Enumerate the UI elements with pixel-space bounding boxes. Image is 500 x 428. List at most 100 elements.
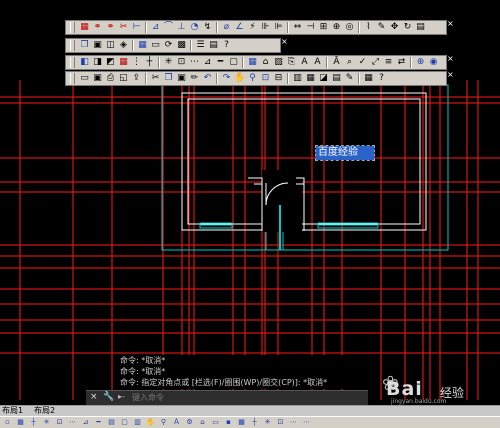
toolbar-grip[interactable] — [70, 73, 75, 84]
toolbar-grip[interactable] — [70, 57, 75, 68]
break-icon[interactable]: ⊣ — [305, 22, 316, 33]
settings-icon[interactable]: ▦ — [236, 418, 247, 427]
angular-dim-icon[interactable]: ∠ — [234, 22, 245, 33]
link-icon[interactable]: ⚭ — [92, 22, 103, 33]
paste-icon[interactable]: ▣ — [176, 73, 187, 84]
tab-layout1[interactable]: 布局1 — [2, 406, 23, 416]
close-icon[interactable]: × — [447, 20, 454, 28]
otrack-icon[interactable]: ⋯ — [189, 57, 200, 68]
ordinate-dim-icon[interactable]: ⊥ — [176, 22, 187, 33]
arc-dim-icon[interactable]: ⌒ — [163, 22, 174, 33]
snap-icon[interactable]: ▫ — [2, 418, 13, 427]
mtext-icon[interactable]: A — [312, 57, 323, 68]
jog-line-icon[interactable]: ⌇ — [363, 22, 374, 33]
center-mark-icon[interactable]: ⊕ — [331, 22, 342, 33]
dyn-icon[interactable]: ⊿ — [202, 57, 213, 68]
zoom-prev-icon[interactable]: ⊟ — [273, 73, 284, 84]
polar-icon[interactable]: ✳ — [41, 418, 52, 427]
scale-icon[interactable]: ⤢ — [370, 57, 381, 68]
close-icon[interactable]: × — [90, 392, 100, 402]
image-icon[interactable]: ▧ — [273, 57, 284, 68]
palette-icon[interactable]: ◪ — [318, 73, 329, 84]
move-icon[interactable]: ✥ — [389, 22, 400, 33]
layer-prev-icon[interactable]: ◩ — [105, 57, 116, 68]
inspect-icon[interactable]: ◎ — [344, 22, 355, 33]
help-icon[interactable]: ? — [376, 73, 387, 84]
globe-icon[interactable]: ⊕ — [415, 57, 426, 68]
preview-icon[interactable]: ◱ — [118, 73, 129, 84]
layout-icon[interactable]: ✋ — [145, 418, 156, 427]
link-icon[interactable]: ⚭ — [105, 22, 116, 33]
model-icon[interactable]: ▥ — [132, 418, 143, 427]
dyn-icon[interactable]: ━ — [93, 418, 104, 427]
table-icon[interactable]: ▦ — [247, 57, 258, 68]
snap-icon[interactable]: ⋮ — [131, 57, 142, 68]
ducs-icon[interactable]: ⊿ — [80, 418, 91, 427]
paste-special-icon[interactable]: ◫ — [105, 40, 116, 51]
annotation-icon[interactable]: ⚙ — [184, 418, 195, 427]
close-icon[interactable]: × — [447, 71, 454, 79]
block-icon[interactable]: ▩ — [176, 40, 187, 51]
clean-icon[interactable]: ▪ — [223, 418, 234, 427]
edit-dim-icon[interactable]: ✎ — [376, 22, 387, 33]
zoom-window-icon[interactable]: ⊡ — [260, 73, 271, 84]
toolbar-grip[interactable] — [70, 22, 75, 33]
continue-dim-icon[interactable]: ⊫ — [273, 22, 284, 33]
qp-icon[interactable]: ▢ — [119, 418, 130, 427]
convert-icon[interactable]: ⇄ — [396, 57, 407, 68]
lock-icon[interactable]: ▭ — [210, 418, 221, 427]
scissors-icon[interactable]: ✂ — [118, 22, 129, 33]
grid-red-icon[interactable]: ▦ — [118, 57, 129, 68]
redo-icon[interactable]: ↷ — [221, 73, 232, 84]
aligned-dim-icon[interactable]: ⊿ — [150, 22, 161, 33]
command-input[interactable] — [132, 390, 360, 404]
field-icon[interactable]: ▭ — [150, 40, 161, 51]
lwt-icon[interactable]: ━ — [215, 57, 226, 68]
ortho2-icon[interactable]: ✳ — [262, 418, 273, 427]
pan-icon[interactable]: ⚲ — [158, 418, 169, 427]
paint-icon[interactable]: ◈ — [118, 40, 129, 51]
tab-layout2[interactable]: 布局2 — [34, 406, 55, 416]
xref-icon[interactable]: ⌂ — [260, 57, 271, 68]
polar2-icon[interactable]: ⊡ — [275, 418, 286, 427]
props-icon[interactable]: ▥ — [292, 73, 303, 84]
grid2-icon[interactable]: ┼ — [249, 418, 260, 427]
osnap-icon[interactable]: ⊡ — [176, 57, 187, 68]
grid-red-icon[interactable]: ▦ — [79, 22, 90, 33]
list-icon[interactable]: ☰ — [195, 40, 206, 51]
linear-dim-icon[interactable]: ⊢ — [131, 22, 142, 33]
spacing-icon[interactable]: ⇔ — [292, 22, 303, 33]
help-icon[interactable]: ? — [221, 40, 232, 51]
grid-icon[interactable]: ▦ — [15, 418, 26, 427]
copy-icon[interactable]: ❐ — [163, 73, 174, 84]
design-icon[interactable]: ▦ — [305, 73, 316, 84]
zoom-icon[interactable]: Ａ — [171, 418, 182, 427]
layer-icon[interactable]: ◧ — [79, 57, 90, 68]
attach-icon[interactable]: ⎘ — [286, 57, 297, 68]
undo-icon[interactable]: ↶ — [202, 73, 213, 84]
earth-icon[interactable]: ◉ — [428, 57, 439, 68]
mtext-editor[interactable]: 百度经验 — [315, 145, 375, 161]
tolerance-icon[interactable]: ⊞ — [318, 22, 329, 33]
save-icon[interactable]: ▣ — [92, 73, 103, 84]
osnap-icon[interactable]: ⊡ — [54, 418, 65, 427]
radius-dim-icon[interactable]: ◔ — [189, 22, 200, 33]
pan-icon[interactable]: ✋ — [234, 73, 245, 84]
spell-icon[interactable]: ✓ — [357, 57, 368, 68]
copy-icon[interactable]: ❐ — [79, 40, 90, 51]
calc-icon[interactable]: ▦ — [363, 73, 374, 84]
properties-icon[interactable]: ▤ — [208, 40, 219, 51]
layer-state-icon[interactable]: ◨ — [92, 57, 103, 68]
update-icon[interactable]: ⟳ — [163, 40, 174, 51]
workspace-icon[interactable]: ⌂ — [197, 418, 208, 427]
publish-icon[interactable]: ⇪ — [131, 73, 142, 84]
style-icon[interactable]: ▤ — [415, 22, 426, 33]
plot-icon[interactable]: ⎙ — [105, 73, 116, 84]
open-icon[interactable]: ▭ — [79, 73, 90, 84]
zoom-icon[interactable]: ⚲ — [247, 73, 258, 84]
markup-icon[interactable]: ✎ — [344, 73, 355, 84]
justify-icon[interactable]: ≡ — [383, 57, 394, 68]
toolbar-grip[interactable] — [70, 40, 75, 51]
close-icon[interactable]: × — [447, 55, 454, 63]
cut-icon[interactable]: ✂ — [150, 73, 161, 84]
